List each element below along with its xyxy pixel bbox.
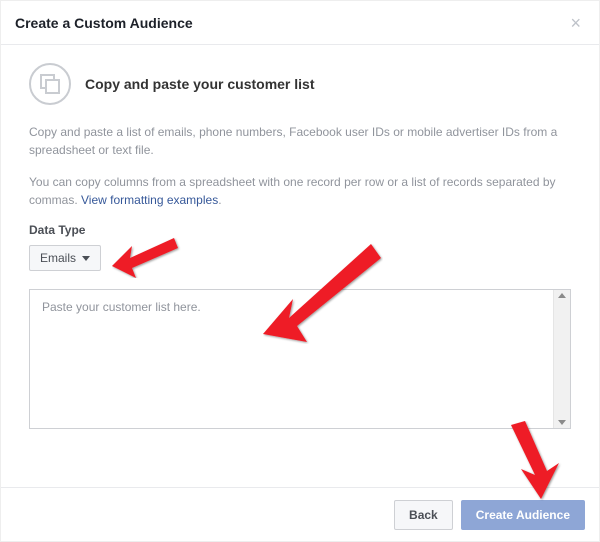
back-button[interactable]: Back bbox=[394, 500, 453, 530]
scroll-down-icon bbox=[558, 420, 566, 425]
copy-paste-icon bbox=[29, 63, 71, 105]
description-2-suffix: . bbox=[218, 193, 221, 207]
dialog-title: Create a Custom Audience bbox=[15, 15, 193, 31]
data-type-label: Data Type bbox=[29, 223, 571, 237]
chevron-down-icon bbox=[82, 256, 90, 261]
section-heading: Copy and paste your customer list bbox=[85, 76, 315, 92]
create-audience-button[interactable]: Create Audience bbox=[461, 500, 585, 530]
data-type-dropdown[interactable]: Emails bbox=[29, 245, 101, 271]
customer-list-field bbox=[29, 289, 571, 429]
section-heading-row: Copy and paste your customer list bbox=[29, 63, 571, 105]
create-custom-audience-dialog: Create a Custom Audience × Copy and past… bbox=[0, 0, 600, 542]
close-icon[interactable]: × bbox=[566, 10, 585, 36]
dialog-titlebar: Create a Custom Audience × bbox=[1, 1, 599, 45]
textarea-scrollbar[interactable] bbox=[553, 290, 570, 428]
scroll-up-icon bbox=[558, 293, 566, 298]
data-type-value: Emails bbox=[40, 251, 76, 265]
description-2: You can copy columns from a spreadsheet … bbox=[29, 173, 571, 209]
dialog-content: Copy and paste your customer list Copy a… bbox=[1, 45, 599, 429]
dialog-footer: Back Create Audience bbox=[1, 487, 599, 541]
description-1: Copy and paste a list of emails, phone n… bbox=[29, 123, 571, 159]
view-formatting-examples-link[interactable]: View formatting examples bbox=[81, 193, 218, 207]
customer-list-textarea[interactable] bbox=[30, 290, 570, 428]
